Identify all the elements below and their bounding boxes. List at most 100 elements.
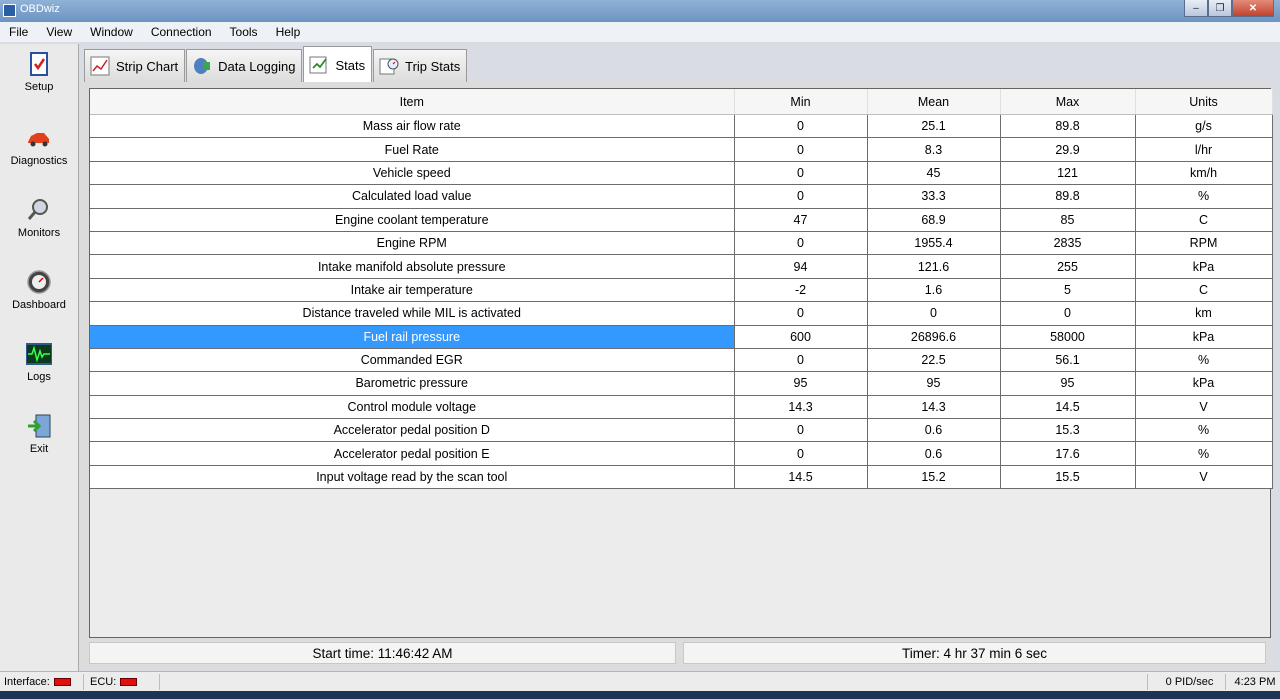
column-header-units[interactable]: Units [1135,89,1273,115]
cell-mean[interactable]: 26896.6 [867,325,1001,349]
close-button[interactable]: ✕ [1232,0,1274,17]
table-row[interactable]: Barometric pressure 95 95 95 kPa [90,371,1273,396]
table-row[interactable]: Accelerator pedal position D 0 0.6 15.3% [90,418,1273,443]
cell-units[interactable]: C [1135,278,1273,303]
cell-max[interactable]: 95 [1000,371,1136,396]
cell-units[interactable]: % [1135,441,1273,466]
cell-item[interactable]: Accelerator pedal position D [90,418,735,443]
cell-item[interactable]: Fuel Rate [90,137,735,162]
cell-max[interactable]: 17.6 [1000,441,1136,466]
cell-min[interactable]: 0 [734,301,868,326]
cell-max[interactable]: 89.8 [1000,184,1136,209]
menu-help[interactable]: Help [267,25,310,39]
cell-units[interactable]: kPa [1135,325,1273,349]
cell-min[interactable]: 47 [734,208,868,232]
cell-mean[interactable]: 22.5 [867,348,1001,373]
cell-min[interactable]: 0 [734,231,868,256]
column-header-item[interactable]: Item [90,89,735,115]
cell-item[interactable]: Vehicle speed [90,161,735,186]
cell-max[interactable]: 5 [1000,278,1136,303]
cell-item[interactable]: Fuel rail pressure [90,325,735,349]
table-row[interactable]: Distance traveled while MIL is activated… [90,301,1273,326]
cell-mean[interactable]: 95 [867,371,1001,396]
cell-units[interactable]: % [1135,348,1273,373]
cell-max[interactable]: 2835 [1000,231,1136,256]
cell-mean[interactable]: 8.3 [867,137,1001,162]
cell-mean[interactable]: 1955.4 [867,231,1001,256]
cell-mean[interactable]: 68.9 [867,208,1001,232]
tab-trip-stats[interactable]: Trip Stats [373,49,468,82]
cell-item[interactable]: Control module voltage [90,395,735,420]
cell-units[interactable]: km/h [1135,161,1273,186]
table-row[interactable]: Engine RPM 0 1955.4 2835 RPM [90,231,1273,256]
cell-mean[interactable]: 45 [867,161,1001,186]
sidebar-item-monitors[interactable]: Monitors [0,198,78,239]
table-row[interactable]: Calculated load value 0 33.3 89.8% [90,184,1273,209]
cell-mean[interactable]: 0 [867,301,1001,326]
column-header-min[interactable]: Min [734,89,868,115]
table-row[interactable]: Fuel Rate 0 8.3 29.9 l/hr [90,137,1273,162]
cell-min[interactable]: 0 [734,114,868,139]
sidebar-item-dashboard[interactable]: Dashboard [0,270,78,311]
cell-mean[interactable]: 121.6 [867,254,1001,279]
cell-units[interactable]: kPa [1135,254,1273,279]
cell-item[interactable]: Input voltage read by the scan tool [90,465,735,490]
table-row[interactable]: Mass air flow rate 0 25.1 89.8 g/s [90,114,1273,139]
cell-item[interactable]: Engine RPM [90,231,735,256]
column-header-max[interactable]: Max [1000,89,1136,115]
cell-min[interactable]: 0 [734,137,868,162]
cell-mean[interactable]: 15.2 [867,465,1001,490]
cell-max[interactable]: 14.5 [1000,395,1136,420]
cell-mean[interactable]: 1.6 [867,278,1001,303]
table-row[interactable]: Engine coolant temperature 47 68.9 85 C [90,208,1273,232]
cell-max[interactable]: 85 [1000,208,1136,232]
table-row[interactable]: Intake air temperature -2 1.6 5 C [90,278,1273,303]
cell-item[interactable]: Barometric pressure [90,371,735,396]
cell-item[interactable]: Accelerator pedal position E [90,441,735,466]
cell-units[interactable]: RPM [1135,231,1273,256]
cell-min[interactable]: 0 [734,441,868,466]
cell-mean[interactable]: 14.3 [867,395,1001,420]
cell-units[interactable]: l/hr [1135,137,1273,162]
cell-max[interactable]: 121 [1000,161,1136,186]
tab-data-logging[interactable]: Data Logging [186,49,303,82]
cell-min[interactable]: -2 [734,278,868,303]
cell-mean[interactable]: 0.6 [867,418,1001,443]
cell-units[interactable]: km [1135,301,1273,326]
menu-tools[interactable]: Tools [221,25,267,39]
cell-item[interactable]: Distance traveled while MIL is activated [90,301,735,326]
cell-min[interactable]: 95 [734,371,868,396]
cell-item[interactable]: Engine coolant temperature [90,208,735,232]
cell-mean[interactable]: 0.6 [867,441,1001,466]
cell-units[interactable]: % [1135,184,1273,209]
cell-max[interactable]: 15.5 [1000,465,1136,490]
menu-file[interactable]: File [0,25,37,39]
cell-min[interactable]: 0 [734,184,868,209]
sidebar-item-logs[interactable]: Logs [0,342,78,383]
cell-min[interactable]: 0 [734,418,868,443]
table-row[interactable]: Input voltage read by the scan tool 14.5 1… [90,465,1273,490]
cell-max[interactable]: 89.8 [1000,114,1136,139]
sidebar-item-diagnostics[interactable]: Diagnostics [0,126,78,167]
cell-units[interactable]: V [1135,395,1273,420]
sidebar-item-exit[interactable]: Exit [0,414,78,455]
menu-view[interactable]: View [37,25,81,39]
cell-mean[interactable]: 25.1 [867,114,1001,139]
cell-min[interactable]: 600 [734,325,868,349]
tab-stats[interactable]: Stats [303,46,373,83]
cell-mean[interactable]: 33.3 [867,184,1001,209]
cell-units[interactable]: g/s [1135,114,1273,139]
cell-min[interactable]: 0 [734,348,868,373]
cell-min[interactable]: 0 [734,161,868,186]
table-row[interactable]: Vehicle speed 0 45 121 km/h [90,161,1273,186]
cell-max[interactable]: 29.9 [1000,137,1136,162]
table-row[interactable]: Control module voltage 14.3 14.3 14.5 V [90,395,1273,420]
cell-item[interactable]: Calculated load value [90,184,735,209]
cell-item[interactable]: Intake manifold absolute pressure [90,254,735,279]
cell-max[interactable]: 0 [1000,301,1136,326]
table-row[interactable]: Intake manifold absolute pressure 94 121.6… [90,254,1273,279]
cell-item[interactable]: Intake air temperature [90,278,735,303]
minimize-button[interactable]: – [1184,0,1208,17]
cell-units[interactable]: C [1135,208,1273,232]
sidebar-item-setup[interactable]: Setup [0,52,78,93]
